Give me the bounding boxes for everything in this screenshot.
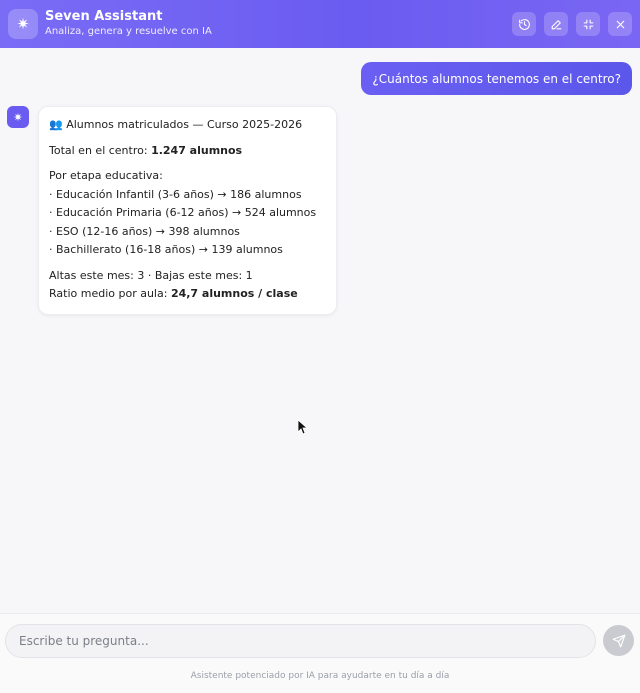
history-icon: [518, 18, 530, 30]
app-title: Seven Assistant: [45, 9, 163, 24]
movements-line: Altas este mes: 3 · Bajas este mes: 1: [49, 268, 253, 282]
stage-item: · ESO (12-16 años) → 398 alumnos: [49, 224, 240, 238]
edit-button[interactable]: [544, 12, 568, 36]
total-line: Total en el centro: 1.247 alumnos: [49, 143, 243, 157]
bot-message: 👥 Alumnos matriculados — Curso 2025-2026…: [38, 106, 337, 315]
bot-heading: 👥 Alumnos matriculados — Curso 2025-2026: [49, 118, 303, 131]
ratio-value: 24,7 alumnos / clase: [170, 287, 298, 300]
send-button[interactable]: [603, 625, 634, 656]
stage-item: · Bachillerato (16-18 años) → 139 alumno…: [49, 243, 283, 256]
bot-avatar-icon: ✷: [7, 106, 29, 128]
composer: Asistente potenciado por IA para ayudart…: [0, 613, 640, 693]
question-input[interactable]: [5, 624, 596, 658]
ratio-line: Ratio medio por aula: 24,7 alumnos / cla…: [49, 287, 298, 300]
header-actions: [512, 12, 632, 36]
app-header: ✷ Seven Assistant Analiza, genera y resu…: [0, 0, 640, 48]
close-icon: [616, 20, 624, 28]
header-titles: Seven Assistant Analiza, genera y resuel…: [45, 9, 212, 39]
user-message: ¿Cuántos alumnos tenemos en el centro?: [361, 62, 632, 95]
disclaimer: Asistente potenciado por IA para ayudart…: [190, 671, 450, 681]
edit-icon: [551, 19, 561, 29]
app-subtitle: Analiza, genera y resuelve con IA: [45, 26, 212, 37]
sparkle-logo-icon: ✷: [8, 9, 38, 39]
minimize-icon: [583, 19, 593, 29]
history-button[interactable]: [512, 12, 536, 36]
mouse-cursor-icon: [297, 419, 307, 435]
stages-title: Por etapa educativa:: [49, 169, 163, 182]
stage-item: · Educación Infantil (3-6 años) → 186 al…: [49, 187, 302, 201]
total-value: 1.247 alumnos: [151, 143, 243, 157]
stage-item: · Educación Primaria (6-12 años) → 524 a…: [49, 206, 317, 219]
send-icon: [612, 634, 625, 647]
close-button[interactable]: [608, 12, 632, 36]
minimize-button[interactable]: [576, 12, 600, 36]
